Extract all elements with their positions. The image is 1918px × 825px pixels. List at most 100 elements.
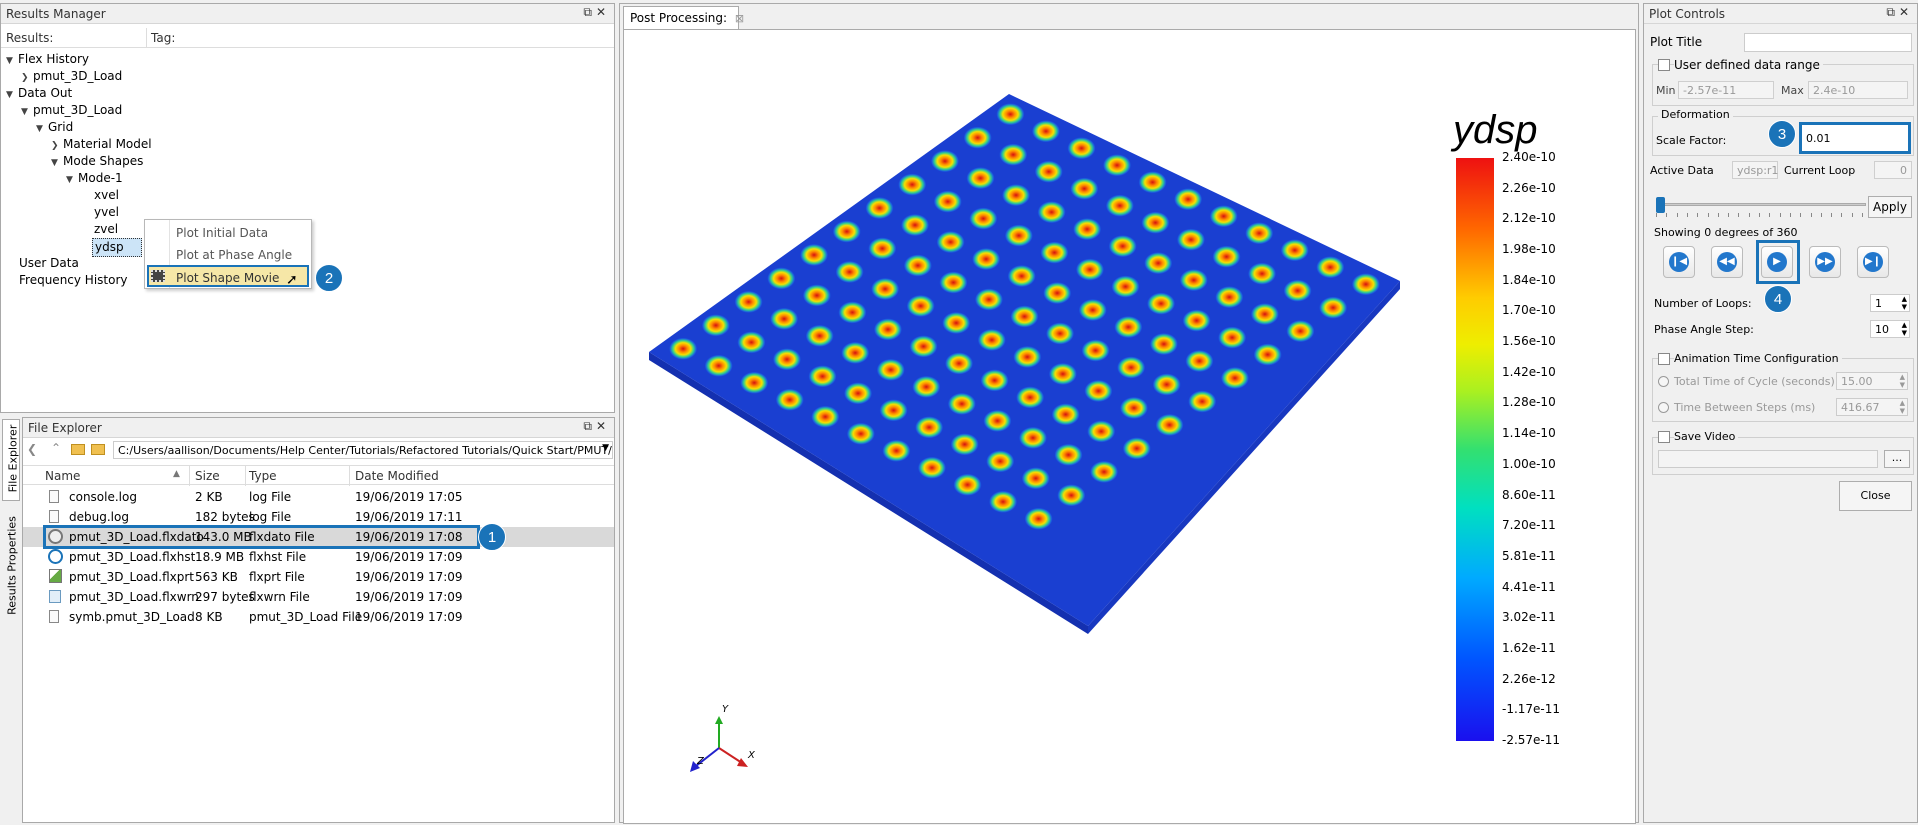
bump-mark [800,243,829,266]
min-input[interactable]: -2.57e-11 [1678,81,1774,99]
loops-spinner[interactable]: 1 ▲ ▼ [1870,294,1910,312]
close-button[interactable]: Close [1839,481,1912,511]
results-column-header[interactable]: Results: [6,31,53,45]
viewport-3d[interactable]: Y X Z ydsp 2.40e-10 2.26e-10 2.12e-10 1.98e… [623,29,1636,824]
back-arrow-icon[interactable]: ❮ [27,442,37,456]
total-time-spinner[interactable]: 15.00 ▲ ▼ [1836,372,1908,390]
chevron-down-icon[interactable]: ▼ [66,172,78,189]
tag-column-header[interactable]: Tag: [151,31,175,45]
tree-item-yvel[interactable]: yvel [94,204,119,221]
bump-mark [1174,188,1203,211]
chevron-down-icon[interactable]: ▼ [51,155,63,172]
tab-post-processing[interactable]: Post Processing: ⊠ [623,6,744,29]
skip-to-start-button[interactable]: ❙◀ [1663,246,1695,278]
bump-mark [972,248,1001,271]
path-combobox[interactable]: C:/Users/aallison/Documents/Help Center/… [113,441,613,459]
bump-mark [1122,437,1151,460]
slider-handle[interactable] [1656,197,1665,213]
bump-mark [876,358,905,381]
max-input[interactable]: 2.4e-10 [1808,81,1908,99]
tab-results-properties[interactable]: Results Properties [2,507,20,627]
new-folder-icon[interactable] [71,444,85,455]
close-tab-icon[interactable]: ⊠ [735,12,744,25]
tree-item-zvel[interactable]: zvel [94,221,118,238]
legend-tick-label: 4.41e-11 [1502,579,1556,594]
scale-factor-label: Scale Factor: [1656,134,1727,147]
col-name[interactable]: Name [45,469,80,483]
menu-item-plot-initial-data[interactable]: Plot Initial Data [145,222,311,244]
table-row[interactable]: debug.log 182 bytes log File 19/06/2019 … [23,507,614,527]
total-time-radio[interactable] [1658,376,1669,387]
time-between-spinner[interactable]: 416.67 ▲ ▼ [1836,398,1908,416]
bump-mark [1078,299,1107,322]
path-toolbar: ❮ ⌃ C:/Users/aallison/Documents/Help Cen… [23,440,614,462]
scale-factor-input[interactable]: 0.01 [1799,122,1911,154]
up-arrow-icon[interactable]: ⌃ [51,441,61,455]
chevron-down-icon[interactable]: ▼ [21,104,33,121]
play-button[interactable]: ▶ [1761,246,1793,278]
bump-mark [669,337,698,360]
dropdown-arrow-icon[interactable]: ▼ [602,443,609,453]
apply-button[interactable]: Apply [1868,196,1912,218]
table-row[interactable]: pmut_3D_Load.flxwrn 297 bytes flxwrn Fil… [23,587,614,607]
tree-item-user-data[interactable]: User Data [19,255,79,272]
float-icon[interactable]: ⧉ [1886,5,1899,19]
slider-tick [1676,213,1678,217]
bump-mark [939,271,968,294]
tab-file-explorer[interactable]: File Explorer [2,419,20,501]
tree-item-xvel[interactable]: xvel [94,187,119,204]
bump-mark [1286,320,1315,343]
legend-tick-label: -1.17e-11 [1502,702,1561,717]
tree-item-frequency-history[interactable]: Frequency History [19,272,128,289]
video-path-input[interactable] [1658,450,1878,468]
skip-forward-icon: ▶❙ [1863,252,1883,272]
bump-mark [1048,362,1077,385]
table-row[interactable]: symb.pmut_3D_Load 8 KB pmut_3D_Load File… [23,607,614,627]
bump-mark [805,324,834,347]
bump-mark [1103,154,1132,177]
user-range-checkbox[interactable] [1658,59,1670,71]
power-file-icon [48,549,63,564]
table-row[interactable]: pmut_3D_Load.flxhst 18.9 MB flxhst File … [23,547,614,567]
animation-config-label: Animation Time Configuration [1674,352,1842,365]
float-icon[interactable]: ⧉ [583,5,596,19]
bump-mark [740,371,769,394]
plot-title-input[interactable] [1744,33,1912,52]
bump-mark [912,375,941,398]
close-icon[interactable]: ✕ [596,419,610,433]
bump-mark [936,231,965,254]
chevron-down-icon[interactable]: ▼ [36,121,48,138]
fast-forward-button[interactable]: ▶▶ [1809,246,1841,278]
skip-to-end-button[interactable]: ▶❙ [1857,246,1889,278]
bump-mark [1087,420,1116,443]
bump-mark [1046,322,1075,345]
table-row[interactable]: pmut_3D_Load.flxprt 563 KB flxprt File 1… [23,567,614,587]
save-video-checkbox[interactable] [1658,431,1670,443]
bump-mark [930,150,959,173]
chevron-down-icon[interactable]: ▼ [6,87,18,104]
close-icon[interactable]: ✕ [596,5,610,19]
bump-mark [1040,241,1069,264]
table-row[interactable]: console.log 2 KB log File 19/06/2019 17:… [23,487,614,507]
phase-slider[interactable] [1656,197,1866,221]
phase-step-spinner[interactable]: 10 ▲ ▼ [1870,320,1910,338]
tree-item-ydsp[interactable]: ydsp [92,238,142,257]
col-size[interactable]: Size [195,469,220,483]
col-type[interactable]: Type [249,469,277,483]
time-between-radio[interactable] [1658,402,1669,413]
axis-label-y: Y [722,704,729,715]
rewind-button[interactable]: ◀◀ [1711,246,1743,278]
file-explorer-titlebar: File Explorer ⧉✕ [23,418,614,438]
slider-tick [1779,213,1781,217]
menu-item-plot-shape-movie[interactable]: Plot Shape Movie [147,265,309,287]
current-loop-field: 0 [1874,161,1912,179]
float-icon[interactable]: ⧉ [583,419,596,433]
folder-icon[interactable] [91,444,105,455]
col-date[interactable]: Date Modified [355,469,439,483]
animation-config-checkbox[interactable] [1658,353,1670,365]
browse-button[interactable]: ... [1884,450,1910,468]
chevron-down-icon[interactable]: ▼ [6,53,18,70]
bump-mark [1037,201,1066,224]
close-icon[interactable]: ✕ [1899,5,1913,19]
menu-item-plot-phase-angle[interactable]: Plot at Phase Angle [145,244,311,266]
